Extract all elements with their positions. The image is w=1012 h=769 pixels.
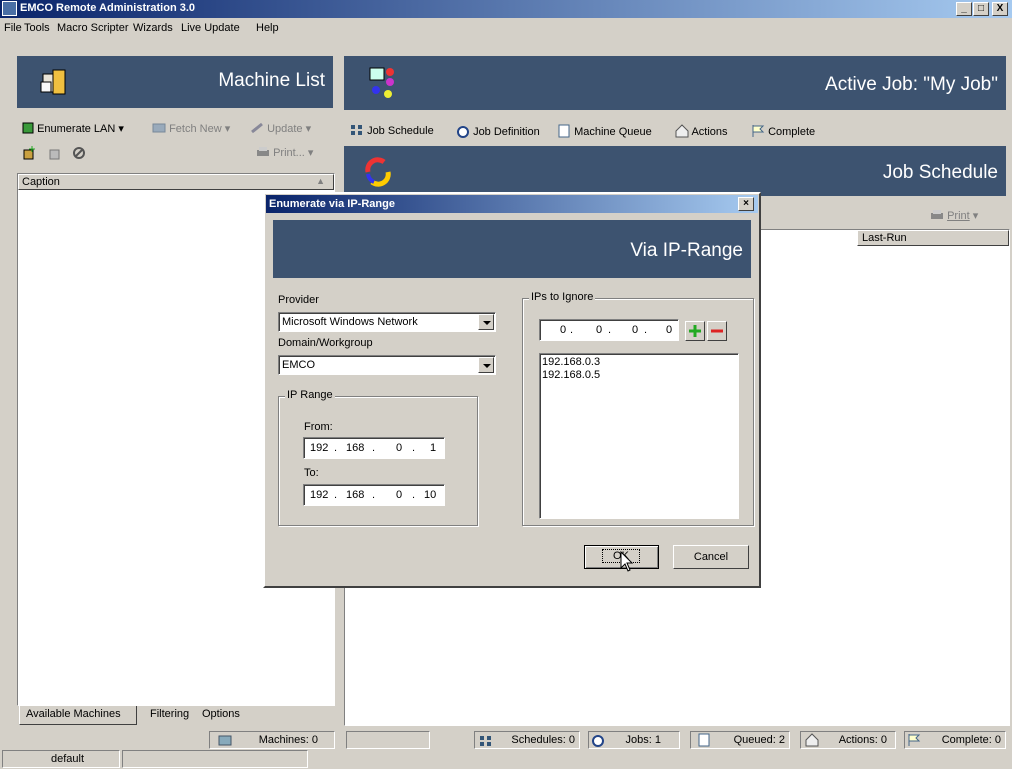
machines-icon (218, 735, 232, 746)
machine-list-title: Machine List (218, 70, 325, 91)
ignore-ip-list[interactable]: 192.168.0.3 192.168.0.5 (539, 353, 739, 519)
job-schedule-banner: Job Schedule (344, 146, 1006, 196)
to-ip-input[interactable]: 192 . 168 . 0 . 10 (303, 484, 445, 506)
queued-status: Queued: 2 (690, 731, 790, 749)
fetch-icon (152, 123, 166, 133)
machine-list-icon (40, 69, 66, 95)
dialog-close-button[interactable]: × (738, 197, 754, 211)
stop-icon[interactable] (72, 146, 86, 160)
refresh-arrows-icon (365, 157, 391, 187)
left-print-button[interactable]: Print... ▾ (256, 146, 313, 159)
menu-live-update[interactable]: Live Update (181, 22, 240, 34)
menu-tools[interactable]: Tools (24, 22, 50, 34)
tab-machine-queue[interactable]: Machine Queue (557, 124, 652, 138)
close-button[interactable]: X (992, 2, 1008, 16)
sort-arrow-icon: ▲ (316, 176, 325, 186)
domain-select[interactable]: EMCO (278, 355, 496, 375)
chevron-down-icon[interactable] (478, 314, 494, 330)
stopwatch-icon (457, 126, 469, 138)
print-icon (257, 147, 269, 156)
provider-select[interactable]: Microsoft Windows Network (278, 312, 496, 332)
add-ip-button[interactable] (685, 321, 705, 341)
tab-filtering[interactable]: Filtering (150, 708, 189, 720)
machines-count-status: Machines: 0 (209, 731, 335, 749)
caption-column-header[interactable]: Caption ▲ (18, 174, 334, 190)
active-job-icon (369, 67, 394, 98)
job-schedule-title: Job Schedule (882, 162, 998, 183)
plus-icon (689, 325, 701, 337)
print-icon (931, 210, 943, 219)
actions-icon (805, 733, 819, 747)
cancel-button[interactable]: Cancel (673, 545, 749, 569)
provider-label: Provider (278, 294, 319, 306)
tab-available-machines[interactable]: Available Machines (19, 706, 137, 725)
update-button[interactable]: Update ▾ (250, 122, 311, 135)
ips-to-ignore-label: IPs to Ignore (529, 291, 596, 303)
right-print-button[interactable]: Print ▾ (930, 209, 978, 222)
maximize-button[interactable]: □ (973, 2, 989, 16)
tab-complete[interactable]: Complete (751, 124, 815, 138)
from-ip-input[interactable]: 192 . 168 . 0 . 1 (303, 437, 445, 459)
default-status: default (2, 750, 120, 768)
tab-job-schedule[interactable]: Job Schedule (350, 124, 434, 137)
tab-actions[interactable]: Actions (675, 124, 728, 138)
menu-wizards[interactable]: Wizards (133, 22, 173, 34)
ips-to-ignore-group: IPs to Ignore 0 . 0 . 0 . 0 192.168.0.3 … (522, 291, 754, 526)
menu-bar: File Tools Macro Scripter Wizards Live U… (0, 18, 1012, 38)
minimize-button[interactable]: _ (956, 2, 972, 16)
actions-status: Actions: 0 (800, 731, 896, 749)
list-item[interactable]: 192.168.0.5 (542, 369, 600, 381)
schedules-status: Schedules: 0 (474, 731, 580, 749)
lastrun-column-header[interactable]: Last-Run (857, 230, 1009, 246)
list-item[interactable]: 192.168.0.3 (542, 356, 600, 368)
dialog-banner: Via IP-Range (273, 220, 751, 278)
dialog-title: Enumerate via IP-Range (269, 198, 395, 210)
to-label: To: (304, 467, 319, 479)
add-machine-icon[interactable] (22, 146, 36, 160)
menu-macro-scripter[interactable]: Macro Scripter (57, 22, 129, 34)
complete-status: Complete: 0 (904, 731, 1006, 749)
ip-range-group: IP Range From: 192 . 168 . 0 . 1 To: 192… (278, 389, 478, 526)
status-empty (346, 731, 430, 749)
remove-ip-button[interactable] (707, 321, 727, 341)
machine-list-banner: Machine List (17, 56, 333, 108)
document-icon (698, 733, 710, 747)
jobs-status: Jobs: 1 (588, 731, 680, 749)
actions-icon (675, 124, 689, 138)
tab-options[interactable]: Options (202, 708, 240, 720)
app-icon (2, 1, 17, 16)
job-schedule-icon (480, 736, 491, 746)
flag-icon (908, 734, 921, 746)
window-title: EMCO Remote Administration 3.0 (20, 2, 196, 14)
remove-machine-icon[interactable] (48, 146, 62, 160)
status-empty-2 (122, 750, 308, 768)
flag-icon (752, 125, 765, 137)
enumerate-lan-button[interactable]: Enumerate LAN ▾ (22, 122, 124, 135)
enumerate-icon (22, 122, 34, 134)
ip-range-label: IP Range (285, 389, 335, 401)
window-title-bar: EMCO Remote Administration 3.0 _ □ X (0, 0, 1012, 18)
from-label: From: (304, 421, 333, 433)
tab-job-definition[interactable]: Job Definition (456, 124, 540, 138)
active-job-banner: Active Job: "My Job" (344, 56, 1006, 110)
minus-icon (711, 329, 723, 333)
stopwatch-icon (592, 735, 604, 747)
enumerate-ip-range-dialog: Enumerate via IP-Range × Via IP-Range Pr… (263, 192, 761, 588)
domain-label: Domain/Workgroup (278, 337, 373, 349)
mouse-cursor-icon (620, 551, 634, 572)
chevron-down-icon[interactable] (478, 357, 494, 373)
update-icon (251, 122, 263, 134)
document-icon (558, 124, 570, 138)
active-job-title: Active Job: "My Job" (825, 74, 998, 95)
fetch-new-button[interactable]: Fetch New ▾ (152, 122, 230, 135)
ignore-ip-input[interactable]: 0 . 0 . 0 . 0 (539, 319, 679, 341)
menu-help[interactable]: Help (256, 22, 279, 34)
dialog-title-bar: Enumerate via IP-Range × (266, 195, 758, 213)
job-schedule-icon (351, 125, 362, 135)
menu-file[interactable]: File (4, 22, 22, 34)
dialog-banner-title: Via IP-Range (630, 240, 743, 261)
